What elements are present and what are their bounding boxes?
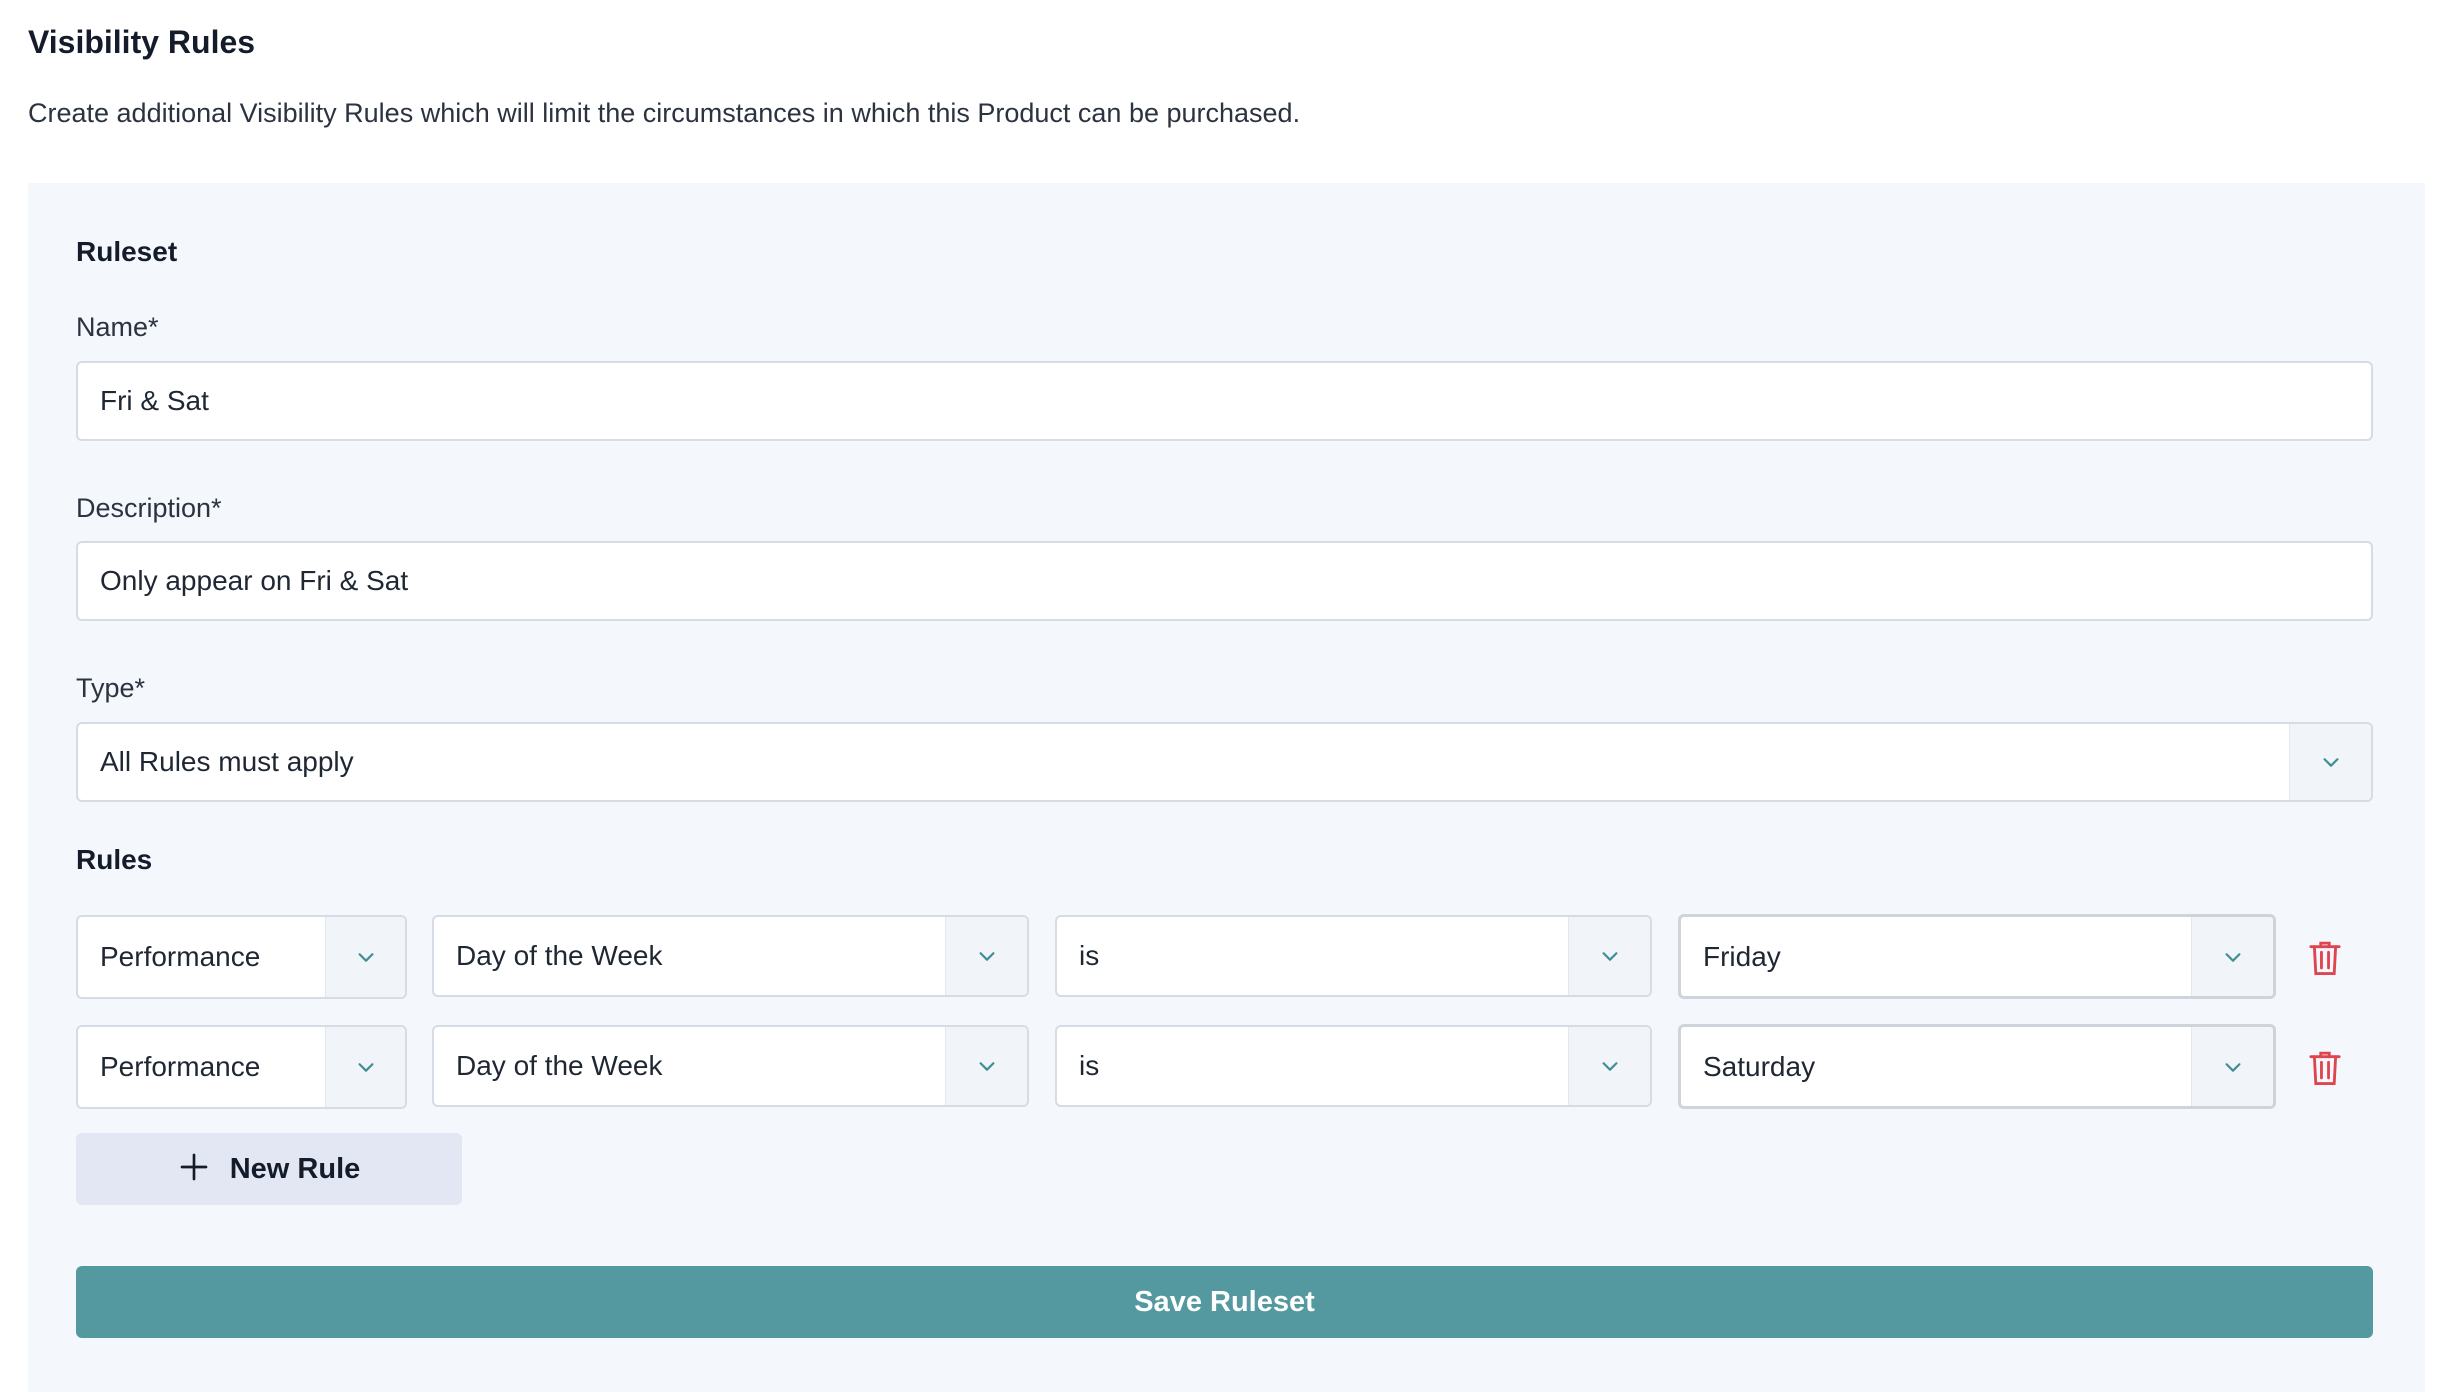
name-label: Name*: [76, 312, 159, 342]
chevron-down-icon[interactable]: [1568, 917, 1650, 995]
ruleset-section-title: Ruleset: [76, 236, 178, 267]
rules-section-title: Rules: [76, 844, 153, 875]
chevron-down-icon[interactable]: [325, 917, 405, 997]
chevron-down-icon[interactable]: [945, 1027, 1027, 1105]
rule-2-field-select[interactable]: Day of the Week: [432, 1025, 1029, 1107]
description-label: Description*: [76, 493, 222, 523]
chevron-down-icon[interactable]: [325, 1027, 405, 1107]
rule-2-scope-value: Performance: [100, 1051, 261, 1082]
chevron-down-icon[interactable]: [1568, 1027, 1650, 1105]
save-ruleset-button[interactable]: Save Ruleset: [76, 1266, 2373, 1338]
rule-1-operator-value: is: [1079, 940, 1100, 971]
visibility-rules-page: Visibility Rules Create additional Visib…: [0, 0, 2440, 1392]
trash-icon: [2309, 941, 2341, 975]
rule-2-value-select[interactable]: Saturday: [1678, 1024, 2276, 1109]
rule-2-operator-select[interactable]: is: [1055, 1025, 1652, 1107]
chevron-down-icon[interactable]: [945, 917, 1027, 995]
rule-2-operator-value: is: [1079, 1050, 1100, 1081]
rule-1-value: Friday: [1703, 940, 1781, 972]
description-input[interactable]: Only appear on Fri & Sat: [76, 541, 2373, 621]
ruleset-panel: Ruleset Name* Fri & Sat Description* Onl…: [28, 183, 2425, 1392]
rule-1-scope-value: Performance: [100, 941, 261, 972]
chevron-down-icon[interactable]: [2191, 1027, 2273, 1106]
type-select[interactable]: All Rules must apply: [76, 722, 2373, 802]
new-rule-button[interactable]: New Rule: [76, 1133, 462, 1205]
rule-2-field-value: Day of the Week: [456, 1050, 663, 1081]
type-select-value: All Rules must apply: [100, 746, 354, 777]
delete-rule-1-button[interactable]: [2305, 938, 2345, 978]
trash-icon: [2309, 1051, 2341, 1085]
rule-1-field-value: Day of the Week: [456, 940, 663, 971]
delete-rule-2-button[interactable]: [2305, 1048, 2345, 1088]
rule-1-field-select[interactable]: Day of the Week: [432, 915, 1029, 997]
rule-2-value: Saturday: [1703, 1050, 1816, 1082]
name-input[interactable]: Fri & Sat: [76, 361, 2373, 441]
new-rule-label: New Rule: [229, 1152, 361, 1185]
rule-2-scope-select[interactable]: Performance: [76, 1025, 407, 1109]
plus-icon: [178, 1151, 210, 1188]
chevron-down-icon[interactable]: [2289, 724, 2371, 800]
page-description: Create additional Visibility Rules which…: [28, 98, 1301, 128]
type-label: Type*: [76, 673, 146, 703]
rule-1-operator-select[interactable]: is: [1055, 915, 1652, 997]
rule-1-scope-select[interactable]: Performance: [76, 915, 407, 999]
chevron-down-icon[interactable]: [2191, 917, 2273, 996]
rule-1-value-select[interactable]: Friday: [1678, 914, 2276, 999]
page-title: Visibility Rules: [28, 24, 256, 60]
